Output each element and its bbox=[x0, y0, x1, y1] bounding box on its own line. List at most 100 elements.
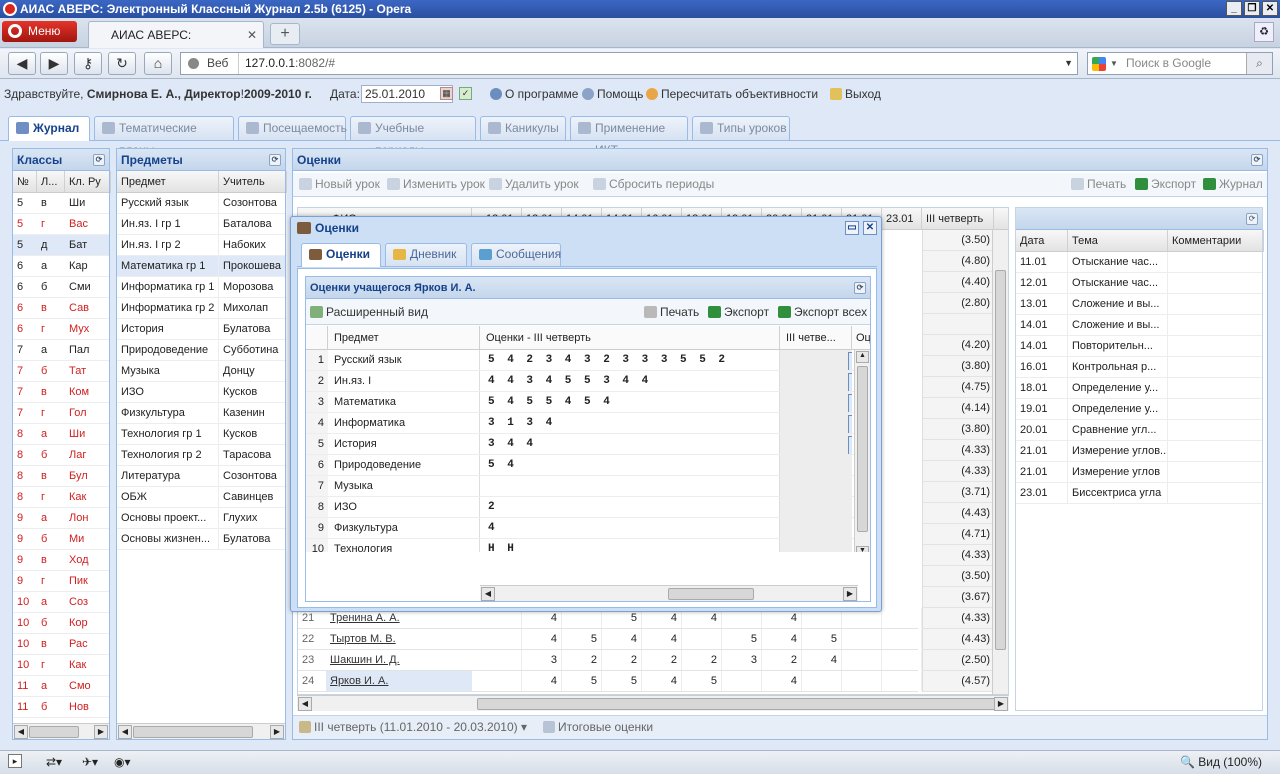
class-row[interactable]: 11 б Нов bbox=[13, 697, 109, 718]
grades-list[interactable]: 2 bbox=[480, 497, 780, 517]
subject-grade-row[interactable]: 1Русский язык5 4 2 3 4 3 2 3 3 3 5 5 2 15 bbox=[306, 350, 870, 371]
subject-row[interactable]: Технология гр 1 Кусков bbox=[117, 424, 287, 445]
quarter-grade-badge[interactable]: 8 bbox=[848, 415, 852, 433]
close-icon[interactable]: ✕ bbox=[863, 221, 877, 235]
grades-list[interactable]: 5 4 bbox=[480, 455, 780, 475]
topic-row[interactable]: 18.01 Определение у... bbox=[1016, 378, 1262, 399]
grade-cell[interactable]: 4 bbox=[602, 629, 642, 649]
subject-row[interactable]: Ин.яз. I гр 1 Баталова bbox=[117, 214, 287, 235]
topic-row[interactable]: 11.01 Отыскание час... bbox=[1016, 252, 1262, 273]
grade-cell[interactable] bbox=[722, 671, 762, 691]
class-row[interactable]: 11 а Смо bbox=[13, 676, 109, 697]
class-row[interactable]: 7 г Гол bbox=[13, 403, 109, 424]
class-row[interactable]: 5 г Вас bbox=[13, 214, 109, 235]
grades-hscroll[interactable]: ◀ ▶ bbox=[297, 695, 1009, 711]
grade-cell[interactable] bbox=[882, 629, 922, 649]
new-lesson-button[interactable]: Новый урок bbox=[297, 173, 380, 195]
close-window-icon[interactable]: ✕ bbox=[1262, 1, 1278, 16]
subject-row[interactable]: Основы проект... Глухих bbox=[117, 508, 287, 529]
delete-lesson-button[interactable]: Удалить урок bbox=[487, 173, 579, 195]
tab-lesson-types[interactable]: Типы уроков bbox=[692, 116, 790, 140]
tab-journal[interactable]: Журнал bbox=[8, 116, 90, 141]
tab-grades[interactable]: Оценки bbox=[301, 243, 381, 267]
grade-cell[interactable]: 5 bbox=[602, 671, 642, 691]
class-row[interactable]: 10 в Рас bbox=[13, 634, 109, 655]
forward-button[interactable]: ▶ bbox=[40, 52, 68, 75]
grade-cell[interactable]: 5 bbox=[722, 629, 762, 649]
subject-grade-row[interactable]: 4Информатика3 1 3 4 8 bbox=[306, 413, 870, 434]
grade-cell[interactable] bbox=[882, 650, 922, 670]
class-row[interactable]: 5 в Ши bbox=[13, 193, 109, 214]
grade-cell[interactable] bbox=[482, 671, 522, 691]
class-row[interactable]: 8 б Лаг bbox=[13, 445, 109, 466]
trash-icon[interactable]: ♻ bbox=[1254, 22, 1274, 42]
date-header[interactable]: 23.01 bbox=[882, 208, 922, 230]
home-button[interactable]: ⌂ bbox=[144, 52, 172, 75]
grade-cell[interactable] bbox=[802, 671, 842, 691]
class-row[interactable]: 6 в Сав bbox=[13, 298, 109, 319]
unite-icon[interactable]: ✈▾ bbox=[82, 751, 98, 773]
grade-cell[interactable]: 2 bbox=[642, 650, 682, 670]
grades-list[interactable]: 4 bbox=[480, 518, 780, 538]
topic-row[interactable]: 16.01 Контрольная р... bbox=[1016, 357, 1262, 378]
subject-row[interactable]: Информатика гр 1 Морозова bbox=[117, 277, 287, 298]
grade-cell[interactable] bbox=[882, 608, 922, 628]
opera-menu-button[interactable]: Меню bbox=[2, 21, 77, 42]
grades-vscroll[interactable] bbox=[992, 230, 1008, 694]
subject-row[interactable]: Информатика гр 2 Михолап bbox=[117, 298, 287, 319]
subject-row[interactable]: ИЗО Кусков bbox=[117, 382, 287, 403]
calendar-icon[interactable]: ▦ bbox=[440, 87, 453, 100]
grade-cell[interactable]: 5 bbox=[562, 629, 602, 649]
student-row[interactable]: 23 Шакшин И. Д. 3 2 2 2 2 3 2 4 bbox=[298, 650, 922, 671]
grade-cell[interactable] bbox=[682, 629, 722, 649]
grade-cell[interactable]: 2 bbox=[562, 650, 602, 670]
subject-row[interactable]: Математика гр 1 Прокошева bbox=[117, 256, 287, 277]
grade-cell[interactable]: 4 bbox=[522, 671, 562, 691]
edit-lesson-button[interactable]: Изменить урок bbox=[385, 173, 485, 195]
topic-row[interactable]: 13.01 Сложение и вы... bbox=[1016, 294, 1262, 315]
grade-cell[interactable]: 4 bbox=[762, 671, 802, 691]
subject-row[interactable]: Основы жизнен... Булатова bbox=[117, 529, 287, 550]
refresh-icon[interactable]: ⟳ bbox=[1246, 213, 1258, 225]
subject-row[interactable]: Русский язык Созонтова bbox=[117, 193, 287, 214]
class-row[interactable]: 8 г Как bbox=[13, 487, 109, 508]
subject-row[interactable]: Физкультура Казенин bbox=[117, 403, 287, 424]
tab-thematic-plans[interactable]: Тематические планы bbox=[94, 116, 234, 157]
quarter-grade-badge[interactable]: 4 bbox=[848, 394, 852, 412]
dialog-vscroll[interactable]: ▲ ▼ bbox=[854, 350, 870, 552]
grade-cell[interactable]: 2 bbox=[682, 650, 722, 670]
browser-tab[interactable]: АИАС АВЕРС: Электронн... ✕ bbox=[88, 21, 264, 68]
grades-list[interactable]: 5 4 5 5 4 5 4 bbox=[480, 392, 780, 412]
grade-cell[interactable]: 4 bbox=[762, 629, 802, 649]
quarter-grade-badge[interactable]: 12 bbox=[848, 373, 852, 391]
minimize-icon[interactable]: _ bbox=[1226, 1, 1242, 16]
subject-grade-row[interactable]: 7 Музыка bbox=[306, 476, 870, 497]
dialog-hscroll[interactable]: ◀ ▶ bbox=[480, 585, 858, 601]
quarter-grade-badge[interactable]: 15 bbox=[848, 352, 852, 370]
class-row[interactable]: 6 б Сми bbox=[13, 277, 109, 298]
subject-grade-row[interactable]: 9 Физкультура 4 bbox=[306, 518, 870, 539]
class-row[interactable]: 7 б Тат bbox=[13, 361, 109, 382]
class-row[interactable]: 7 в Ком bbox=[13, 382, 109, 403]
subject-grade-row[interactable]: 8 ИЗО 2 bbox=[306, 497, 870, 518]
student-name[interactable]: Ярков И. А. bbox=[326, 671, 472, 691]
print-button[interactable]: Печать bbox=[642, 301, 699, 323]
search-field[interactable]: ▼ Поиск в Google ⌕ bbox=[1087, 52, 1273, 75]
extended-view-button[interactable]: Расширенный вид bbox=[308, 301, 428, 323]
subject-row[interactable]: Природоведение Субботина bbox=[117, 340, 287, 361]
final-grades-button[interactable]: Итоговые оценки bbox=[543, 716, 653, 738]
grade-cell[interactable] bbox=[842, 629, 882, 649]
grades-list[interactable]: 3 4 4 bbox=[480, 434, 780, 454]
subject-row[interactable]: Музыка Донцу bbox=[117, 361, 287, 382]
grade-cell[interactable]: 2 bbox=[762, 650, 802, 670]
refresh-icon[interactable]: ⟳ bbox=[93, 154, 105, 166]
search-icon[interactable]: ⌕ bbox=[1246, 53, 1272, 74]
student-name[interactable]: Тыртов М. В. bbox=[326, 629, 472, 649]
topic-row[interactable]: 23.01 Биссектриса угла bbox=[1016, 483, 1262, 504]
student-name[interactable]: Шакшин И. Д. bbox=[326, 650, 472, 670]
class-row[interactable]: 7 а Пал bbox=[13, 340, 109, 361]
class-row[interactable]: 9 в Ход bbox=[13, 550, 109, 571]
topic-row[interactable]: 12.01 Отыскание час... bbox=[1016, 273, 1262, 294]
refresh-icon[interactable]: ⟳ bbox=[854, 282, 866, 294]
grade-cell[interactable] bbox=[482, 650, 522, 670]
